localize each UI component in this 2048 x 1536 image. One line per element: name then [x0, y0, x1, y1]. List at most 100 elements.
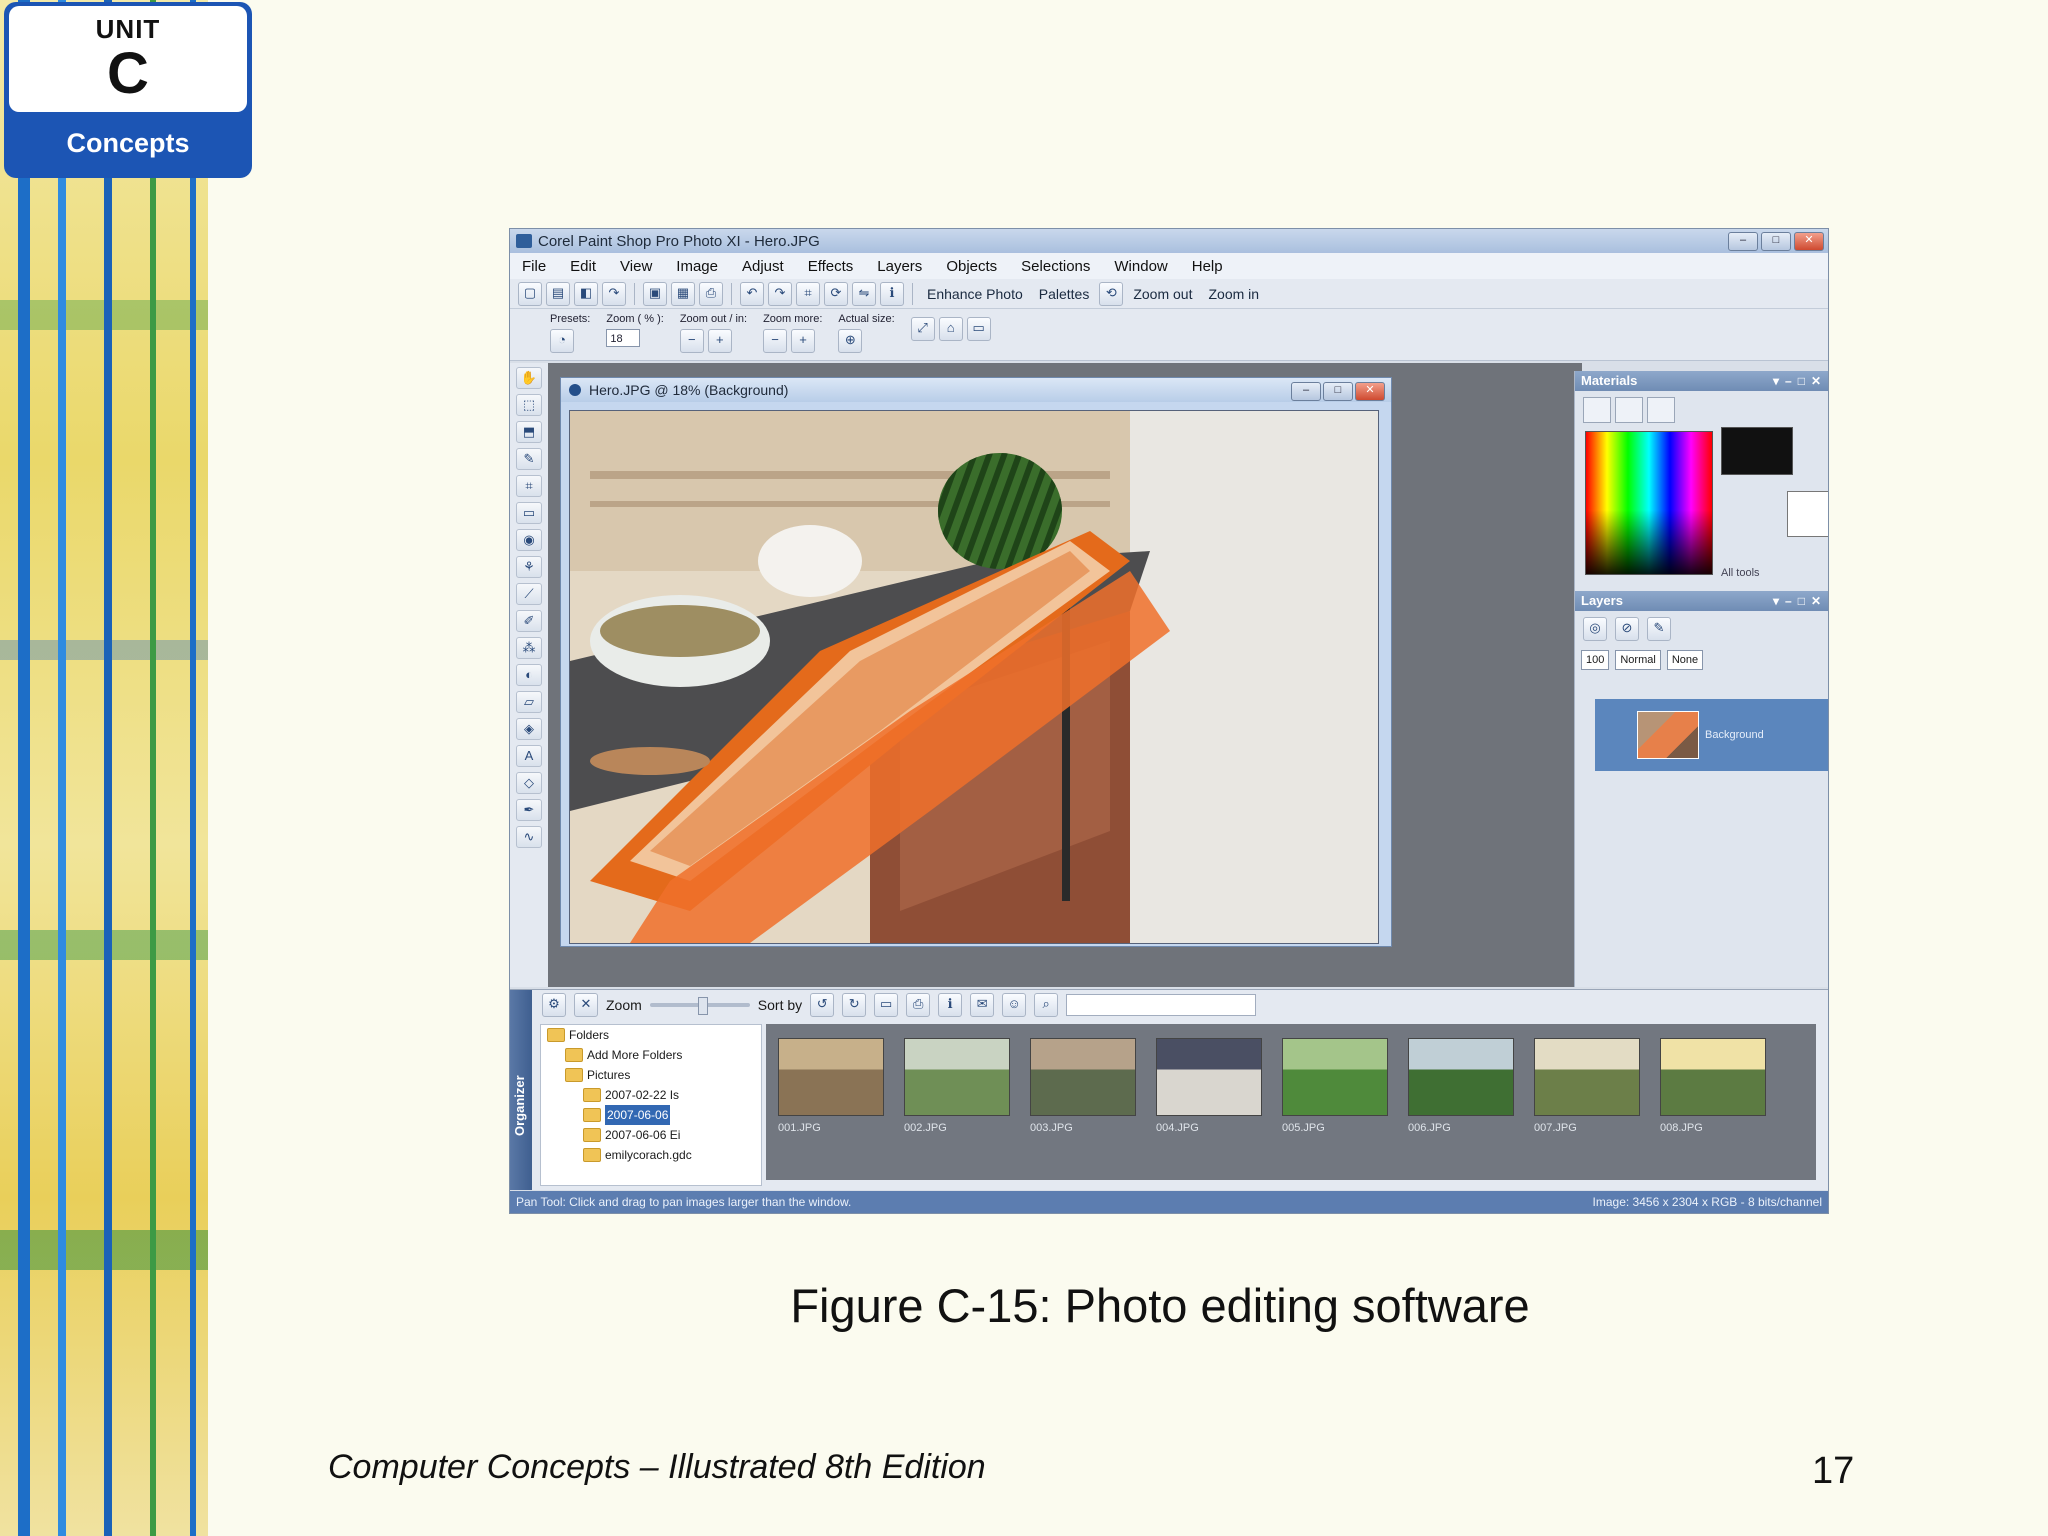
enhance-photo-menu[interactable]: Enhance Photo — [921, 286, 1029, 302]
new-file-icon[interactable]: ▢ — [518, 281, 542, 306]
menu-help[interactable]: Help — [1180, 258, 1235, 275]
palettes-menu[interactable]: Palettes — [1033, 286, 1096, 302]
save-icon[interactable]: ▣ — [643, 281, 667, 306]
zoom-in-button[interactable]: Zoom in — [1202, 286, 1265, 302]
dropper-tool-icon[interactable]: ✎ — [516, 448, 542, 470]
redo-arrow-icon[interactable]: ↷ — [602, 281, 626, 306]
zoom-in-icon[interactable]: + — [707, 329, 732, 353]
blend-mode-select[interactable]: Normal — [1615, 650, 1661, 670]
info-icon[interactable]: ℹ — [938, 993, 963, 1017]
thumbnail-item[interactable]: 004.JPG — [1156, 1038, 1262, 1166]
shape-tool-icon[interactable]: ◇ — [516, 772, 542, 794]
thumbnail-item[interactable]: 002.JPG — [904, 1038, 1010, 1166]
menu-view[interactable]: View — [608, 258, 664, 275]
minimize-button[interactable]: – — [1728, 232, 1758, 251]
eraser-icon[interactable]: ▱ — [516, 691, 542, 713]
doc-minimize-button[interactable]: – — [1291, 382, 1321, 401]
tree-item[interactable]: 2007-02-22 Is — [541, 1085, 761, 1105]
pick-tool-icon[interactable]: ⬚ — [516, 394, 542, 416]
tab-swatches-icon[interactable] — [1647, 397, 1675, 423]
print-icon[interactable]: ⎙ — [699, 281, 723, 306]
browse-icon[interactable]: ◧ — [574, 281, 598, 306]
doc-close-button[interactable]: ✕ — [1355, 382, 1385, 401]
selection-tool-icon[interactable]: ⬒ — [516, 421, 542, 443]
tree-item[interactable]: 2007-06-06 Ei — [541, 1125, 761, 1145]
warp-tool-icon[interactable]: ∿ — [516, 826, 542, 848]
menu-adjust[interactable]: Adjust — [730, 258, 796, 275]
crop-tool-icon[interactable]: ⌗ — [516, 475, 542, 497]
presets-dropdown-icon[interactable]: ◔ — [550, 329, 574, 353]
flip-icon[interactable]: ⇋ — [852, 281, 876, 306]
tab-rainbow-icon[interactable] — [1615, 397, 1643, 423]
thumbnail-item[interactable]: 007.JPG — [1534, 1038, 1640, 1166]
zoom-more-in-icon[interactable]: + — [791, 329, 816, 353]
monitor-icon[interactable]: ▭ — [966, 317, 991, 341]
lighten-darken-icon[interactable]: ◐ — [516, 664, 542, 686]
paint-brush-icon[interactable]: ✐ — [516, 610, 542, 632]
tab-frame-icon[interactable] — [1583, 397, 1611, 423]
fill-tool-icon[interactable]: ◈ — [516, 718, 542, 740]
sort-by-menu[interactable]: Sort by — [758, 997, 802, 1013]
undo-icon[interactable]: ↶ — [740, 281, 764, 306]
link-select[interactable]: None — [1666, 650, 1704, 670]
layer-row-background[interactable]: Background — [1595, 699, 1828, 771]
close-button[interactable]: ✕ — [1794, 232, 1824, 251]
thumbnail-item[interactable]: 001.JPG — [778, 1038, 884, 1166]
menu-edit[interactable]: Edit — [558, 258, 608, 275]
menu-objects[interactable]: Objects — [934, 258, 1009, 275]
doc-maximize-button[interactable]: □ — [1323, 382, 1353, 401]
fit-window-icon[interactable]: ⤢ — [910, 317, 935, 341]
layer-properties-icon[interactable]: ✎ — [1647, 617, 1671, 641]
home-icon[interactable]: ⌂ — [938, 317, 963, 341]
opacity-field[interactable]: 100 — [1581, 650, 1610, 670]
menu-image[interactable]: Image — [664, 258, 730, 275]
all-tools-checkbox[interactable]: All tools — [1721, 567, 1760, 579]
clone-tool-icon[interactable]: ⚘ — [516, 556, 542, 578]
menu-layers[interactable]: Layers — [865, 258, 934, 275]
redo-icon[interactable]: ↷ — [768, 281, 792, 306]
refresh-icon[interactable]: ⟲ — [1099, 281, 1124, 306]
straighten-tool-icon[interactable]: ▭ — [516, 502, 542, 524]
thumbnail-item[interactable]: 003.JPG — [1030, 1038, 1136, 1166]
crop-icon[interactable]: ⌗ — [796, 281, 820, 306]
tree-item[interactable]: 2007-06-06 — [541, 1105, 761, 1125]
tree-item[interactable]: Folders — [541, 1025, 761, 1045]
tree-item[interactable]: emilycorach.gdc — [541, 1145, 761, 1165]
rotate-left-icon[interactable]: ↺ — [810, 993, 835, 1017]
organizer-search-input[interactable] — [1066, 994, 1257, 1016]
foreground-color-swatch[interactable] — [1721, 427, 1793, 475]
text-tool-icon[interactable]: A — [516, 745, 542, 767]
print-icon[interactable]: ⎙ — [906, 993, 931, 1017]
rotate-icon[interactable]: ⟳ — [824, 281, 848, 306]
red-eye-tool-icon[interactable]: ◉ — [516, 529, 542, 551]
thumbnail-item[interactable]: 005.JPG — [1282, 1038, 1388, 1166]
background-color-swatch[interactable] — [1787, 491, 1828, 537]
open-folder-icon[interactable]: ▤ — [546, 281, 570, 306]
color-spectrum[interactable] — [1585, 431, 1713, 575]
airbrush-icon[interactable]: ⁂ — [516, 637, 542, 659]
slideshow-icon[interactable]: ▭ — [874, 993, 899, 1017]
new-layer-icon[interactable]: ◎ — [1583, 617, 1607, 641]
thumbnail-item[interactable]: 008.JPG — [1660, 1038, 1766, 1166]
panel-controls[interactable]: ▾–□✕ — [1773, 591, 1827, 611]
menu-file[interactable]: File — [510, 258, 558, 275]
menu-window[interactable]: Window — [1102, 258, 1179, 275]
zoom-more-out-icon[interactable]: − — [763, 329, 788, 353]
email-icon[interactable]: ✉ — [970, 993, 995, 1017]
pan-tool-icon[interactable]: ✋ — [516, 367, 542, 389]
menu-selections[interactable]: Selections — [1009, 258, 1102, 275]
panel-controls[interactable]: ▾–□✕ — [1773, 371, 1827, 391]
delete-layer-icon[interactable]: ⊘ — [1615, 617, 1639, 641]
zoom-out-icon[interactable]: − — [679, 329, 704, 353]
actual-size-icon[interactable]: ⊕ — [838, 329, 863, 353]
tree-item[interactable]: Add More Folders — [541, 1045, 761, 1065]
zoom-percent-input[interactable]: 18 — [606, 329, 641, 347]
save-as-icon[interactable]: ▦ — [671, 281, 695, 306]
photo-canvas[interactable] — [569, 410, 1379, 944]
organizer-remove-icon[interactable]: ✕ — [574, 993, 598, 1017]
organizer-options-icon[interactable]: ⚙ — [542, 993, 566, 1017]
mask-icon[interactable]: ☺ — [1002, 993, 1027, 1017]
maximize-button[interactable]: □ — [1761, 232, 1791, 251]
menu-effects[interactable]: Effects — [796, 258, 866, 275]
zoom-out-button[interactable]: Zoom out — [1127, 286, 1198, 302]
